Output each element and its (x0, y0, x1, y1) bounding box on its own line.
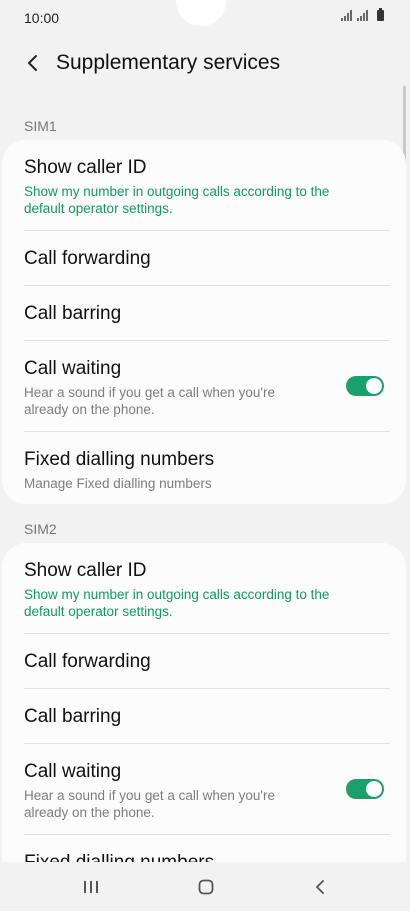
call-waiting-toggle[interactable] (346, 779, 384, 799)
home-button[interactable] (186, 872, 226, 902)
section-label-sim2: SIM2 (24, 521, 57, 537)
toggle-knob (366, 781, 382, 797)
row-title: Call waiting (24, 761, 122, 782)
recent-apps-icon (84, 881, 98, 893)
sim2-show-caller-id[interactable]: Show caller ID Show my number in outgoin… (24, 543, 390, 634)
row-title: Fixed dialling numbers (24, 852, 214, 862)
page-title: Supplementary services (56, 51, 281, 74)
section-label-sim1: SIM1 (24, 118, 57, 134)
sim2-call-forwarding[interactable]: Call forwarding (24, 634, 390, 689)
nav-back-button[interactable] (300, 872, 340, 902)
row-subtitle: Hear a sound if you get a call when you'… (24, 788, 275, 820)
back-icon (316, 880, 324, 894)
sim1-call-barring[interactable]: Call barring (24, 286, 390, 341)
signal-icon (357, 10, 368, 21)
sim1-show-caller-id[interactable]: Show caller ID Show my number in outgoin… (24, 140, 390, 231)
back-button[interactable] (18, 48, 48, 78)
row-title: Call waiting (24, 358, 122, 379)
home-icon (198, 879, 214, 895)
sim1-fixed-dialling-numbers[interactable]: Fixed dialling numbers Manage Fixed dial… (24, 432, 390, 504)
sim2-card: Show caller ID Show my number in outgoin… (2, 543, 406, 862)
recent-apps-button[interactable] (71, 872, 111, 902)
sim1-card: Show caller ID Show my number in outgoin… (2, 140, 406, 504)
toggle-knob (366, 378, 382, 394)
row-title: Call barring (24, 706, 122, 727)
call-waiting-toggle[interactable] (346, 376, 384, 396)
row-subtitle: Show my number in outgoing calls accordi… (24, 184, 330, 216)
row-title: Fixed dialling numbers (24, 449, 215, 470)
back-arrow-icon (28, 55, 37, 71)
signal-icon (341, 10, 352, 21)
row-subtitle: Manage Fixed dialling numbers (24, 476, 212, 491)
row-title: Call forwarding (24, 248, 151, 269)
sim2-call-waiting[interactable]: Call waiting Hear a sound if you get a c… (24, 744, 390, 835)
row-title: Call forwarding (24, 651, 151, 672)
row-title: Show caller ID (24, 560, 147, 581)
sim1-call-forwarding[interactable]: Call forwarding (24, 231, 390, 286)
status-bar: 10:00 (0, 0, 410, 36)
camera-notch (176, 0, 226, 26)
sim2-fixed-dialling-numbers[interactable]: Fixed dialling numbers (24, 835, 390, 862)
sim2-call-barring[interactable]: Call barring (24, 689, 390, 744)
row-subtitle: Hear a sound if you get a call when you'… (24, 385, 275, 417)
battery-icon (377, 8, 384, 21)
status-icons (341, 8, 384, 21)
row-title: Show caller ID (24, 157, 147, 178)
app-bar: Supplementary services (0, 40, 410, 86)
status-time: 10:00 (24, 10, 60, 26)
row-title: Call barring (24, 303, 122, 324)
navigation-bar (0, 862, 410, 911)
sim1-call-waiting[interactable]: Call waiting Hear a sound if you get a c… (24, 341, 390, 432)
row-subtitle: Show my number in outgoing calls accordi… (24, 587, 330, 619)
